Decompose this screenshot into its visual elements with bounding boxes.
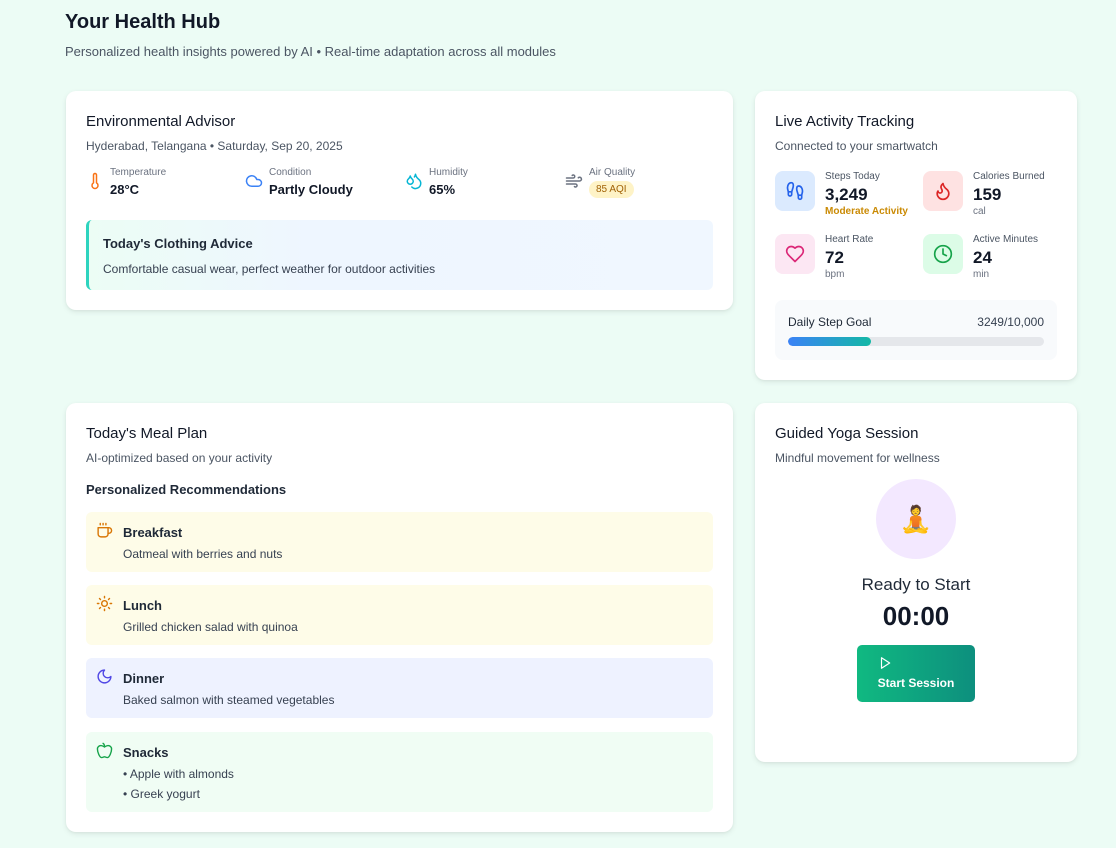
meal-lunch[interactable]: Lunch Grilled chicken salad with quinoa	[86, 585, 713, 645]
temperature-value: 28°C	[110, 182, 140, 197]
page-subtitle: Personalized health insights powered by …	[65, 44, 556, 59]
active-minutes-unit: min	[973, 269, 990, 280]
calories-metric: Calories Burned 159 cal	[923, 171, 1045, 218]
flame-icon	[923, 171, 963, 211]
active-minutes-label: Active Minutes	[973, 234, 1039, 245]
clock-icon	[923, 234, 963, 274]
temperature-item: Temperature 28°C	[86, 167, 166, 197]
calories-unit: cal	[973, 206, 986, 217]
yoga-avatar: 🧘	[876, 479, 956, 559]
start-session-label: Start Session	[877, 676, 955, 690]
card-subtitle: Mindful movement for wellness	[775, 451, 940, 465]
air-quality-item: Air Quality 85 AQI	[565, 167, 635, 198]
footprints-icon	[775, 171, 815, 211]
humidity-value: 65%	[429, 182, 456, 197]
goal-label: Daily Step Goal	[788, 315, 872, 329]
sun-icon	[96, 595, 113, 612]
cloud-icon	[245, 175, 263, 187]
card-title: Live Activity Tracking	[775, 113, 915, 130]
meal-plan-card: Today's Meal Plan AI-optimized based on …	[66, 403, 733, 832]
play-icon	[880, 657, 891, 669]
card-subtitle: AI-optimized based on your activity	[86, 451, 273, 465]
snack-item: • Apple with almonds	[123, 767, 234, 781]
start-session-button[interactable]: Start Session	[857, 645, 975, 702]
environmental-advisor-card: Environmental Advisor Hyderabad, Telanga…	[66, 91, 733, 310]
calories-value: 159	[973, 185, 1002, 204]
heart-rate-value: 72	[825, 248, 844, 267]
meal-name: Snacks	[123, 745, 169, 760]
meal-breakfast[interactable]: Breakfast Oatmeal with berries and nuts	[86, 512, 713, 572]
temperature-label: Temperature	[110, 167, 167, 178]
card-subtitle: Connected to your smartwatch	[775, 139, 938, 153]
thermometer-icon	[91, 172, 99, 190]
steps-label: Steps Today	[825, 171, 880, 182]
meal-dinner[interactable]: Dinner Baked salmon with steamed vegetab…	[86, 658, 713, 718]
apple-icon	[96, 742, 113, 759]
daily-step-goal: Daily Step Goal 3249/10,000	[775, 300, 1057, 360]
steps-value: 3,249	[825, 185, 868, 204]
advice-title: Today's Clothing Advice	[103, 236, 253, 251]
meal-desc: Oatmeal with berries and nuts	[123, 547, 283, 561]
session-timer: 00:00	[882, 601, 950, 631]
heart-rate-unit: bpm	[825, 269, 845, 280]
steps-status: Moderate Activity	[825, 206, 908, 217]
active-minutes-value: 24	[973, 248, 992, 267]
condition-item: Condition Partly Cloudy	[245, 167, 353, 197]
goal-progress-track	[788, 337, 1044, 346]
humidity-label: Humidity	[429, 167, 468, 178]
advice-text: Comfortable casual wear, perfect weather…	[103, 262, 436, 276]
moon-icon	[97, 669, 112, 684]
session-status: Ready to Start	[861, 575, 971, 594]
page-title: Your Health Hub	[65, 11, 221, 33]
heart-rate-metric: Heart Rate 72 bpm	[775, 234, 873, 281]
droplets-icon	[406, 173, 422, 190]
snack-item: • Greek yogurt	[123, 787, 200, 801]
aqi-badge: 85 AQI	[589, 181, 634, 198]
steps-metric: Steps Today 3,249 Moderate Activity	[775, 171, 908, 218]
activity-tracking-card: Live Activity Tracking Connected to your…	[755, 91, 1077, 380]
card-title: Environmental Advisor	[86, 113, 236, 130]
calories-label: Calories Burned	[973, 171, 1045, 182]
humidity-item: Humidity 65%	[405, 167, 468, 197]
meditation-icon: 🧘	[899, 503, 933, 534]
air-quality-label: Air Quality	[589, 167, 636, 178]
coffee-icon	[97, 522, 113, 538]
goal-value: 3249/10,000	[977, 315, 1044, 329]
meal-desc: Baked salmon with steamed vegetables	[123, 693, 335, 707]
wind-icon	[565, 174, 583, 188]
condition-value: Partly Cloudy	[269, 182, 353, 197]
clothing-advice: Today's Clothing Advice Comfortable casu…	[86, 220, 713, 290]
recommendations-title: Personalized Recommendations	[86, 482, 287, 497]
yoga-session-card: Guided Yoga Session Mindful movement for…	[755, 403, 1077, 762]
meal-snacks[interactable]: Snacks • Apple with almonds • Greek yogu…	[86, 732, 713, 812]
heart-rate-label: Heart Rate	[825, 234, 874, 245]
active-minutes-metric: Active Minutes 24 min	[923, 234, 1038, 281]
heart-icon	[775, 234, 815, 274]
card-title: Today's Meal Plan	[86, 425, 208, 442]
goal-progress-fill	[788, 337, 872, 346]
meal-name: Breakfast	[123, 525, 183, 540]
meal-name: Lunch	[123, 598, 162, 613]
location-date: Hyderabad, Telangana • Saturday, Sep 20,…	[86, 139, 343, 153]
meal-name: Dinner	[123, 671, 165, 686]
condition-label: Condition	[269, 167, 312, 178]
card-title: Guided Yoga Session	[775, 425, 919, 442]
meal-desc: Grilled chicken salad with quinoa	[123, 620, 298, 634]
